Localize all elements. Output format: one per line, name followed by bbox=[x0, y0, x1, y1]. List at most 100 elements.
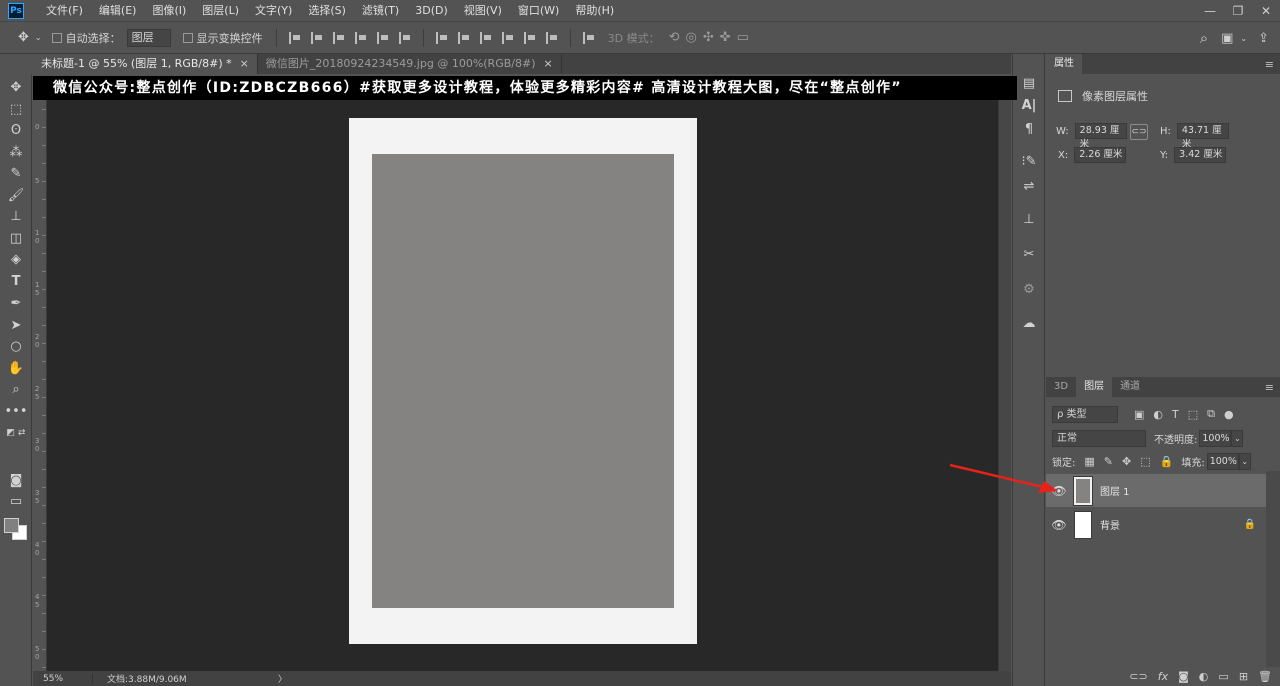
maximize-button[interactable]: ❐ bbox=[1224, 0, 1252, 22]
y-input[interactable]: 3.42 厘米 bbox=[1174, 147, 1227, 163]
tab-document-2[interactable]: 微信图片_20180924234549.jpg @ 100%(RGB/8#) × bbox=[257, 54, 562, 74]
show-transform-checkbox[interactable] bbox=[182, 32, 193, 43]
swatches-panel-icon[interactable]: ⚙ bbox=[1019, 280, 1039, 298]
trash-icon[interactable]: 🗑 bbox=[1258, 670, 1272, 683]
brush-settings-icon[interactable]: ⁝✎ bbox=[1019, 152, 1039, 170]
width-input[interactable]: 28.93 厘米 bbox=[1074, 123, 1127, 150]
distribute-hcenter-icon[interactable] bbox=[523, 31, 536, 44]
share-icon[interactable]: ⇪ bbox=[1258, 31, 1269, 46]
drag-3d-icon[interactable]: ✣ bbox=[703, 30, 714, 45]
menu-help[interactable]: 帮助(H) bbox=[567, 0, 622, 22]
mask-icon[interactable]: ◙ bbox=[1178, 670, 1189, 683]
filter-toggle-icon[interactable]: ● bbox=[1224, 408, 1234, 421]
zoom-level[interactable]: 55% bbox=[33, 673, 93, 684]
lock-image-icon[interactable]: ✎ bbox=[1104, 455, 1113, 468]
paint-bucket-tool-icon[interactable]: ◈ bbox=[5, 249, 27, 269]
menu-layer[interactable]: 图层(L) bbox=[194, 0, 247, 22]
opacity-input[interactable]: 100% bbox=[1199, 429, 1232, 447]
canvas-vertical-scrollbar[interactable] bbox=[998, 91, 1011, 671]
align-bottom-icon[interactable] bbox=[332, 31, 345, 44]
foreground-color-swatch[interactable] bbox=[4, 518, 19, 533]
eyedropper-tool-icon[interactable]: ✎ bbox=[5, 163, 27, 183]
tab-layers[interactable]: 图层 bbox=[1076, 377, 1113, 397]
distribute-right-icon[interactable] bbox=[545, 31, 558, 44]
lock-all-icon[interactable]: 🔒 bbox=[1160, 455, 1174, 468]
fx-icon[interactable]: fx bbox=[1158, 670, 1168, 683]
quick-select-tool-icon[interactable]: ⁂ bbox=[5, 142, 27, 162]
lock-artboard-icon[interactable]: ⬚ bbox=[1140, 455, 1150, 468]
status-menu-arrow-icon[interactable]: 〉 bbox=[278, 672, 287, 685]
blend-mode-dropdown[interactable]: 正常 bbox=[1052, 429, 1146, 447]
layer-row-layer-1[interactable]: 👁 图层 1 bbox=[1046, 474, 1266, 507]
search-icon[interactable]: ⌕ bbox=[1200, 29, 1208, 47]
link-icon[interactable]: ⊂⊃ bbox=[1129, 670, 1147, 683]
stamp-tool-icon[interactable]: ⊥ bbox=[5, 206, 27, 226]
tab-document-1[interactable]: 未标题-1 @ 55% (图层 1, RGB/8#) * × bbox=[33, 54, 258, 74]
more-tools-icon[interactable]: ••• bbox=[5, 401, 28, 421]
swap-colors-icon[interactable]: ◩ ⇄ bbox=[5, 423, 27, 443]
menu-image[interactable]: 图像(I) bbox=[144, 0, 194, 22]
close-icon[interactable]: × bbox=[240, 54, 249, 74]
orbit-3d-icon[interactable]: ⟲ bbox=[669, 30, 680, 45]
layers-scrollbar[interactable] bbox=[1266, 471, 1280, 667]
height-input[interactable]: 43.71 厘米 bbox=[1176, 123, 1229, 150]
auto-align-icon[interactable] bbox=[582, 31, 595, 44]
history-panel-icon[interactable]: ▤ bbox=[1019, 74, 1039, 92]
close-button[interactable]: ✕ bbox=[1252, 0, 1280, 22]
libraries-panel-icon[interactable]: ☁ bbox=[1019, 314, 1039, 332]
auto-select-checkbox[interactable] bbox=[51, 32, 62, 43]
filter-type-icon[interactable]: T bbox=[1172, 408, 1179, 421]
x-input[interactable]: 2.26 厘米 bbox=[1074, 147, 1127, 163]
distribute-left-icon[interactable] bbox=[501, 31, 514, 44]
menu-view[interactable]: 视图(V) bbox=[456, 0, 510, 22]
new-layer-icon[interactable]: ⊞ bbox=[1239, 670, 1248, 683]
fill-chevron-icon[interactable]: ⌄ bbox=[1238, 452, 1251, 470]
layer-row-background[interactable]: 👁 背景 🔒 bbox=[1046, 508, 1266, 541]
lock-transparent-icon[interactable]: ▦ bbox=[1084, 455, 1094, 468]
visibility-eye-icon[interactable]: 👁 bbox=[1046, 518, 1072, 532]
opacity-chevron-icon[interactable]: ⌄ bbox=[1231, 429, 1244, 447]
lock-position-icon[interactable]: ✥ bbox=[1122, 455, 1131, 468]
hand-tool-icon[interactable]: ✋ bbox=[5, 358, 27, 378]
align-hcenter-icon[interactable] bbox=[376, 31, 389, 44]
tool-preset-chevron-icon[interactable]: ⌄ bbox=[35, 33, 42, 42]
eraser-tool-icon[interactable]: ◫ bbox=[5, 228, 27, 248]
tool-presets-icon[interactable]: ✂ bbox=[1019, 245, 1039, 263]
camera-3d-icon[interactable]: ▭ bbox=[737, 30, 749, 45]
menu-select[interactable]: 选择(S) bbox=[300, 0, 354, 22]
filter-pixel-icon[interactable]: ▣ bbox=[1134, 408, 1144, 421]
ellipse-tool-icon[interactable]: ○ bbox=[5, 336, 27, 356]
clone-source-icon[interactable]: ⊥ bbox=[1019, 210, 1039, 228]
tab-channels[interactable]: 通道 bbox=[1112, 377, 1148, 397]
character-panel-icon[interactable]: A| bbox=[1019, 96, 1039, 114]
tab-3d[interactable]: 3D bbox=[1046, 377, 1076, 397]
distribute-bottom-icon[interactable] bbox=[479, 31, 492, 44]
quick-mask-icon[interactable]: ◙ bbox=[5, 470, 27, 490]
menu-window[interactable]: 窗口(W) bbox=[510, 0, 567, 22]
tab-properties[interactable]: 属性 bbox=[1046, 54, 1082, 74]
adjustments-panel-icon[interactable]: ⇌ bbox=[1019, 177, 1039, 195]
paragraph-panel-icon[interactable]: ¶ bbox=[1019, 120, 1039, 138]
roll-3d-icon[interactable]: ◎ bbox=[685, 30, 696, 45]
link-dimensions-icon[interactable]: ⊂⊃ bbox=[1130, 124, 1148, 140]
screen-mode-icon[interactable]: ▭ bbox=[5, 491, 27, 511]
workspace-chevron-icon[interactable]: ⌄ bbox=[1240, 34, 1247, 43]
panel-menu-icon[interactable]: ≡ bbox=[1265, 58, 1274, 71]
layer-kind-filter-dropdown[interactable]: ρ 类型 bbox=[1052, 405, 1118, 423]
path-select-tool-icon[interactable]: ➤ bbox=[5, 315, 27, 335]
close-icon[interactable]: × bbox=[543, 54, 552, 74]
zoom-tool-icon[interactable]: ⌕ bbox=[5, 379, 27, 399]
fill-input[interactable]: 100% bbox=[1206, 452, 1239, 470]
menu-edit[interactable]: 编辑(E) bbox=[91, 0, 145, 22]
type-tool-icon[interactable]: T bbox=[5, 271, 27, 291]
document-canvas[interactable] bbox=[349, 118, 697, 644]
align-right-icon[interactable] bbox=[398, 31, 411, 44]
panel-menu-icon[interactable]: ≡ bbox=[1265, 381, 1274, 394]
marquee-tool-icon[interactable]: ⬚ bbox=[5, 99, 27, 119]
pen-tool-icon[interactable]: ✒ bbox=[5, 293, 27, 313]
menu-filter[interactable]: 滤镜(T) bbox=[354, 0, 407, 22]
menu-3d[interactable]: 3D(D) bbox=[407, 0, 456, 22]
move-tool-icon[interactable]: ✥ bbox=[18, 30, 29, 45]
align-vcenter-icon[interactable] bbox=[310, 31, 323, 44]
lasso-tool-icon[interactable]: ʘ bbox=[5, 120, 27, 140]
